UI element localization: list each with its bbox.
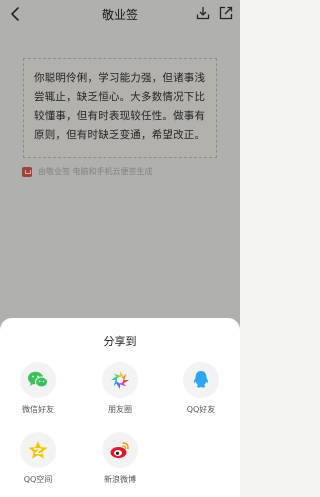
app-root: 敬业签 你聪明伶俐，学习能力强，但诸事浅尝辄止，缺乏恒心。大多数情况下比较懂事，… bbox=[0, 0, 240, 497]
share-qzone-label: QQ空间 bbox=[23, 475, 53, 484]
wechat-icon bbox=[28, 371, 48, 388]
share-weibo-circle bbox=[102, 432, 138, 468]
share-wechat-circle bbox=[20, 362, 56, 398]
weibo-icon bbox=[110, 442, 129, 458]
share-sheet-title: 分享到 bbox=[103, 335, 137, 348]
share-qq-button[interactable]: QQ好友 bbox=[171, 362, 231, 422]
share-wechat-label: 微信好友 bbox=[22, 405, 54, 414]
share-qq-circle bbox=[183, 362, 219, 398]
share-moments-circle bbox=[102, 362, 138, 398]
share-moments-button[interactable]: 朋友圈 bbox=[90, 362, 150, 422]
share-qzone-circle bbox=[20, 432, 56, 468]
share-weibo-button[interactable]: 新浪微博 bbox=[90, 432, 150, 492]
share-wechat-button[interactable]: 微信好友 bbox=[8, 362, 68, 422]
share-moments-label: 朋友圈 bbox=[108, 405, 132, 414]
share-qq-label: QQ好友 bbox=[186, 405, 216, 414]
share-sheet: 分享到 微信好友 朋友圈 QQ好友 QQ空间 新浪微博 bbox=[0, 318, 240, 497]
moments-icon bbox=[111, 371, 129, 389]
qzone-icon bbox=[28, 441, 48, 459]
qq-icon bbox=[193, 371, 209, 388]
share-qzone-button[interactable]: QQ空间 bbox=[8, 432, 68, 492]
share-weibo-label: 新浪微博 bbox=[104, 475, 136, 484]
